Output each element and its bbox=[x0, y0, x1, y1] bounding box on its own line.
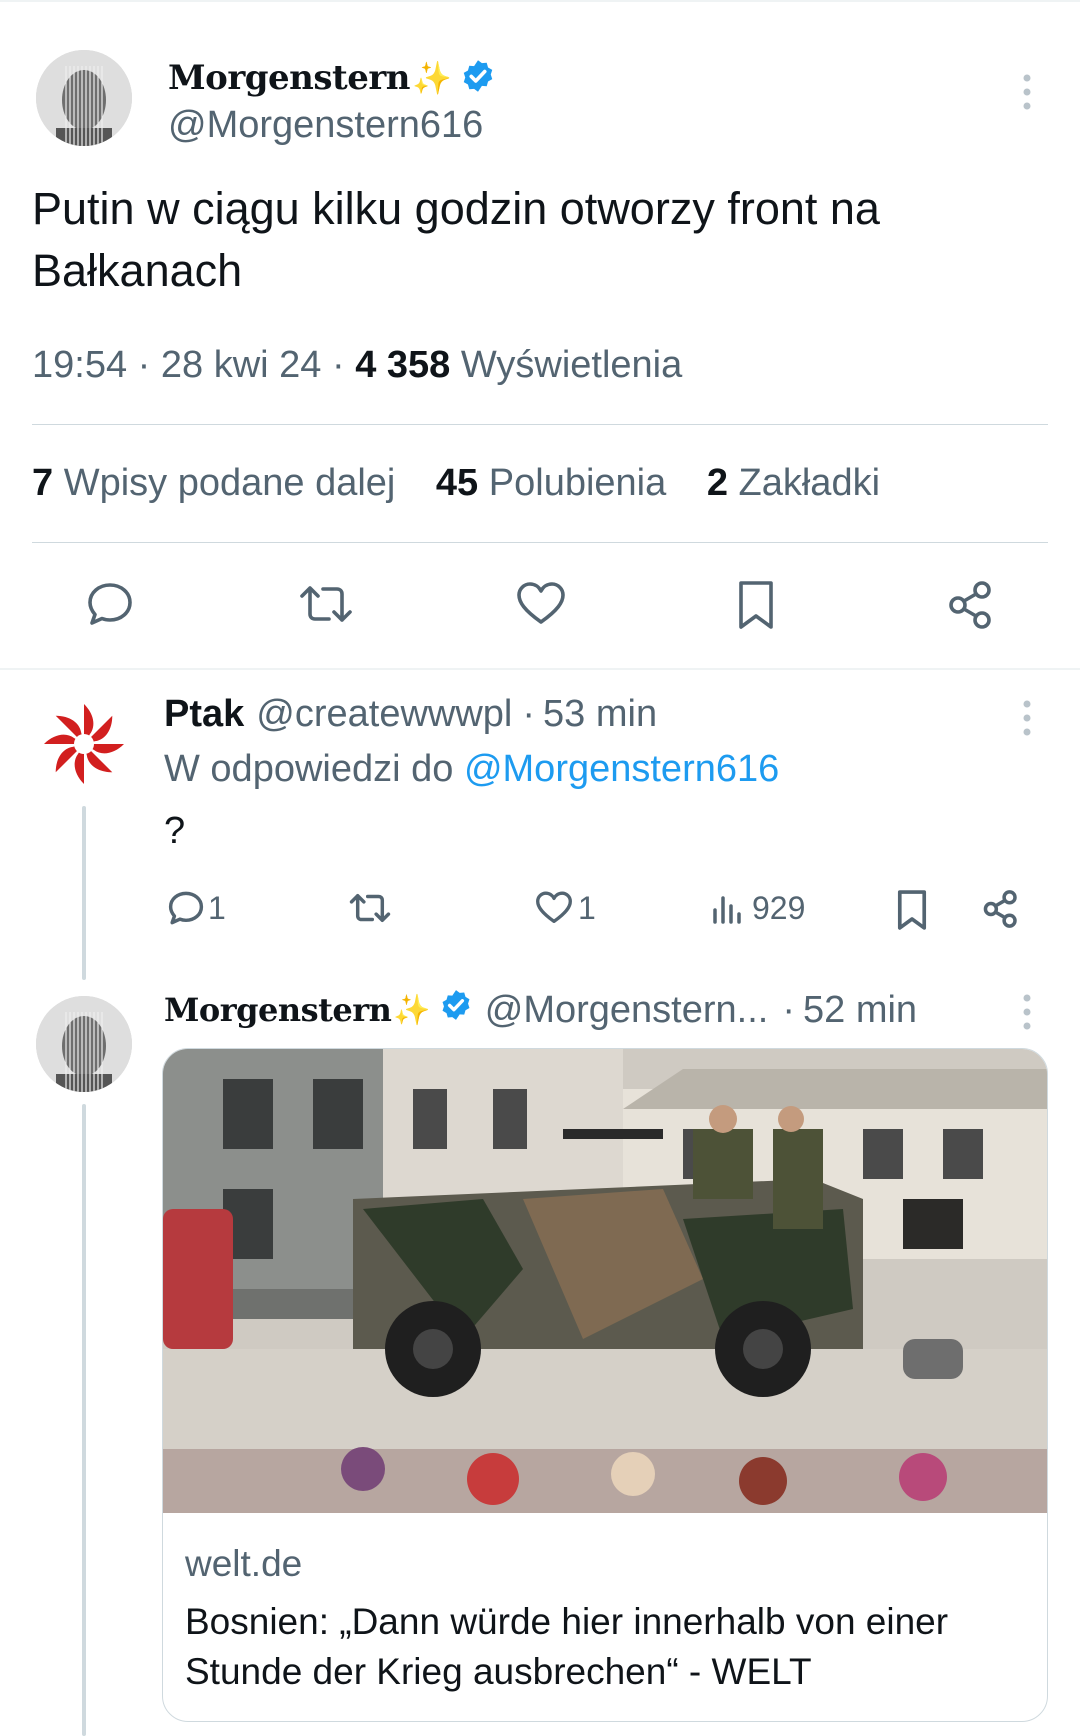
author-name-row[interactable]: Morgenstern ✨ bbox=[168, 56, 496, 100]
bookmark-icon[interactable] bbox=[894, 888, 930, 940]
replying-to-mention[interactable]: @Morgenstern616 bbox=[464, 748, 779, 790]
reply-text: ? bbox=[164, 810, 186, 852]
sub-reply-handle[interactable]: @Morgenstern... bbox=[485, 989, 769, 1032]
reply-avatar[interactable] bbox=[36, 696, 132, 792]
share-icon[interactable] bbox=[980, 888, 1022, 938]
reply-time[interactable]: 53 min bbox=[543, 693, 657, 736]
divider bbox=[32, 424, 1048, 425]
views-label: Wyświetlenia bbox=[460, 344, 683, 386]
sub-reply-header: Morgenstern ✨ @Morgenstern... · 52 min bbox=[164, 988, 918, 1032]
verified-badge-icon bbox=[460, 58, 496, 99]
link-preview-card[interactable]: welt.de Bosnien: „Dann würde hier innerh… bbox=[162, 1048, 1048, 1722]
reply-like-button[interactable]: 1 bbox=[534, 888, 596, 928]
action-bar bbox=[0, 578, 1080, 638]
bookmark-icon[interactable] bbox=[734, 578, 778, 637]
author-display-name[interactable]: Morgenstern bbox=[168, 58, 410, 98]
reposts-stat[interactable]: 7 Wpisy podane dalej bbox=[32, 462, 395, 504]
thread-line bbox=[82, 1104, 86, 1736]
repost-icon[interactable] bbox=[348, 888, 392, 936]
reply-reply-button[interactable]: 1 bbox=[166, 888, 226, 928]
link-domain[interactable]: welt.de bbox=[185, 1543, 302, 1585]
reply-views-button[interactable]: 929 bbox=[710, 888, 805, 928]
repost-icon[interactable] bbox=[298, 578, 354, 635]
sparkle-emoji: ✨ bbox=[393, 993, 431, 1027]
bookmarks-stat[interactable]: 2 Zakładki bbox=[707, 462, 880, 504]
sparkle-emoji: ✨ bbox=[411, 60, 452, 96]
likes-stat[interactable]: 45 Polubienia bbox=[436, 462, 666, 504]
divider bbox=[32, 542, 1048, 543]
views-icon bbox=[713, 896, 741, 924]
reply-icon bbox=[168, 891, 204, 925]
author-avatar[interactable] bbox=[36, 50, 132, 146]
reply-display-name[interactable]: Ptak bbox=[164, 693, 244, 736]
top-border bbox=[0, 0, 1080, 2]
sub-reply-display-name[interactable]: Morgenstern bbox=[164, 991, 392, 1029]
link-title[interactable]: Bosnien: „Dann würde hier innerhalb von … bbox=[185, 1597, 1029, 1697]
verified-badge-icon bbox=[439, 988, 473, 1032]
reply-icon[interactable] bbox=[84, 578, 136, 635]
reply-header: Ptak @createwwwpl · 53 min bbox=[164, 692, 658, 736]
reply-handle[interactable]: @createwwwpl bbox=[256, 693, 512, 736]
like-icon[interactable] bbox=[514, 578, 568, 635]
more-options-icon[interactable] bbox=[1014, 72, 1040, 117]
section-divider bbox=[0, 668, 1080, 670]
tweet-time[interactable]: 19:54 bbox=[32, 344, 127, 386]
tweet-text: Putin w ciągu kilku godzin otworzy front… bbox=[32, 183, 880, 296]
more-options-icon[interactable] bbox=[1014, 698, 1040, 743]
engagement-stats: 7 Wpisy podane dalej 45 Polubienia 2 Zak… bbox=[32, 462, 880, 505]
more-options-icon[interactable] bbox=[1014, 992, 1040, 1037]
replying-to: W odpowiedzi do @Morgenstern616 bbox=[164, 748, 780, 790]
views-count: 4 358 bbox=[355, 344, 451, 386]
reply-action-bar: 1 1 929 bbox=[0, 888, 1080, 936]
tweet-meta: 19:54 · 28 kwi 24 · 4 358 Wyświetlenia bbox=[32, 344, 683, 386]
share-icon[interactable] bbox=[944, 578, 998, 637]
like-icon bbox=[536, 891, 572, 923]
link-preview-image[interactable] bbox=[163, 1049, 1047, 1513]
author-handle[interactable]: @Morgenstern616 bbox=[168, 104, 483, 147]
sub-reply-avatar[interactable] bbox=[36, 996, 132, 1092]
sub-reply-time[interactable]: 52 min bbox=[803, 989, 917, 1032]
tweet-date[interactable]: 28 kwi 24 bbox=[161, 344, 322, 386]
